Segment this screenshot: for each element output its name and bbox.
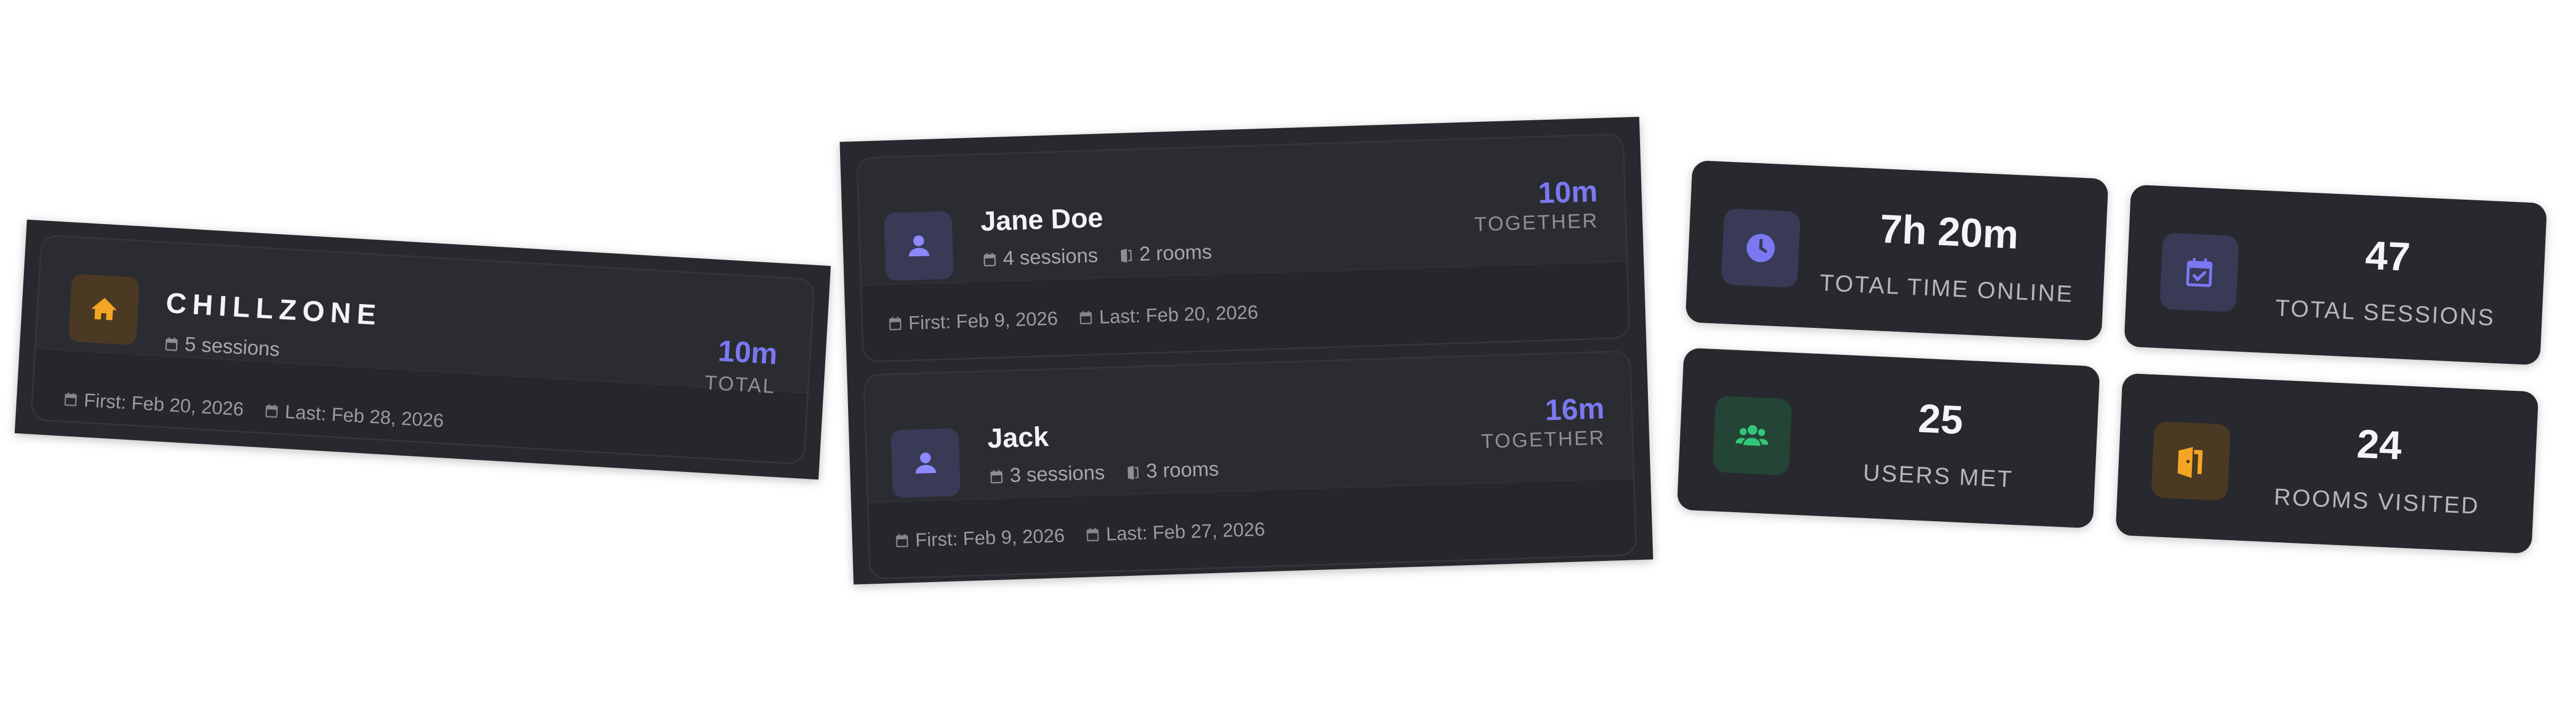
stat-label: TOTAL SESSIONS (2275, 294, 2496, 331)
user-meta: 3 sessions 3 rooms (988, 458, 1240, 488)
user-rooms: 2 rooms (1118, 241, 1213, 267)
user-rooms-text: 2 rooms (1139, 240, 1213, 266)
room-total-time: 10m (717, 334, 779, 371)
door-icon (1120, 248, 1132, 263)
users-met-panel: Jane Doe 4 sessions 2 rooms 10m TOGETHER… (840, 117, 1653, 585)
user-sessions: 4 sessions (982, 245, 1099, 271)
user-time-caption: TOGETHER (1481, 426, 1606, 453)
user-sessions-text: 4 sessions (1002, 244, 1099, 270)
stat-icon-box (1721, 208, 1801, 288)
stat-value: 25 (1917, 396, 1964, 443)
user-sessions: 3 sessions (988, 462, 1106, 488)
stat-card-total-sessions: 47 TOTAL SESSIONS (2124, 184, 2547, 365)
stat-card-rooms-visited: 24 ROOMS VISITED (2115, 373, 2539, 554)
user-name: Jack (987, 421, 1049, 454)
stat-card-users-met: 25 USERS MET (1677, 347, 2100, 529)
user-time-caption: TOGETHER (1474, 210, 1599, 236)
calendar-icon (1086, 528, 1099, 542)
user-avatar (890, 428, 961, 498)
calendar-check-icon (2186, 258, 2213, 287)
user-time-together: 16m (1544, 391, 1605, 427)
user-first-text: First: Feb 9, 2026 (908, 307, 1058, 334)
calendar-icon (990, 469, 1003, 484)
user-avatar (884, 211, 954, 281)
stat-label: ROOMS VISITED (2273, 484, 2481, 520)
calendar-icon (265, 404, 278, 418)
calendar-icon (1080, 310, 1092, 325)
user-icon (908, 235, 930, 257)
user-card[interactable]: Jack 3 sessions 3 rooms 16m TOGETHER Fir… (863, 350, 1637, 580)
user-name: Jane Doe (980, 202, 1104, 237)
user-rooms: 3 rooms (1125, 458, 1219, 484)
stat-icon-box (1712, 396, 1793, 476)
room-total-caption: TOTAL (704, 371, 777, 398)
stat-value: 47 (2364, 233, 2411, 280)
users-group-icon (1735, 425, 1768, 446)
home-icon (91, 298, 117, 320)
user-icon (915, 452, 937, 474)
calendar-icon (64, 392, 77, 406)
user-time-together: 10m (1537, 174, 1598, 210)
user-rooms-text: 3 rooms (1145, 458, 1219, 483)
calendar-icon (165, 337, 178, 351)
stat-label: TOTAL TIME ONLINE (1819, 270, 2074, 308)
room-card-inner: CHILLZONE 5 sessions 10m TOTAL First: Fe… (30, 234, 815, 465)
room-card[interactable]: CHILLZONE 5 sessions 10m TOTAL First: Fe… (14, 219, 831, 480)
user-sessions-text: 3 sessions (1009, 461, 1106, 487)
user-card[interactable]: Jane Doe 4 sessions 2 rooms 10m TOGETHER… (856, 133, 1630, 363)
stat-icon-box (2159, 233, 2240, 313)
stat-icon-box (2151, 421, 2231, 501)
stat-label: USERS MET (1862, 459, 2014, 493)
clock-icon (1746, 234, 1775, 263)
stats-stage: CHILLZONE 5 sessions 10m TOTAL First: Fe… (0, 0, 2576, 714)
calendar-icon (983, 252, 996, 266)
user-meta: 4 sessions 2 rooms (982, 240, 1233, 271)
room-icon-box (68, 273, 140, 345)
door-icon (1127, 465, 1138, 480)
room-name: CHILLZONE (165, 287, 383, 332)
stat-value: 7h 20m (1878, 206, 2020, 258)
door-open-icon (2177, 447, 2203, 478)
calendar-icon (889, 317, 902, 331)
user-first-text: First: Feb 9, 2026 (915, 524, 1065, 551)
calendar-icon (896, 533, 908, 548)
stat-value: 24 (2356, 421, 2403, 469)
stat-card-total-time: 7h 20m TOTAL TIME ONLINE (1685, 160, 2109, 341)
